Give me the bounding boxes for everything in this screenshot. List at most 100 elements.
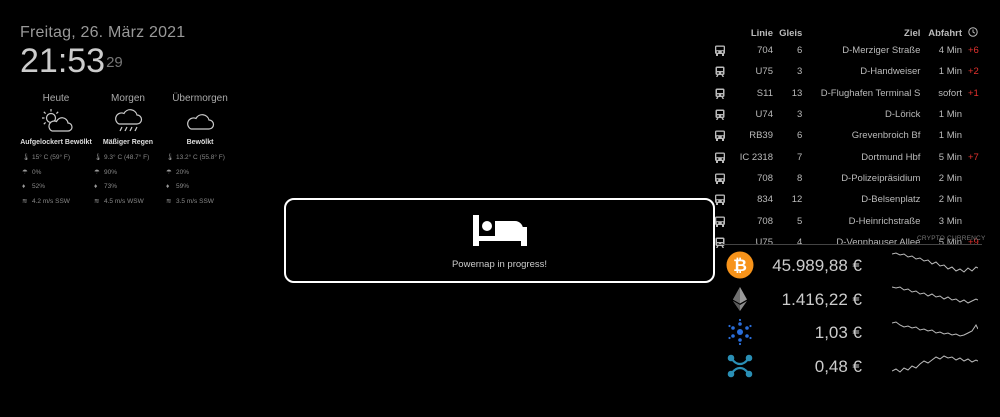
umbrella-icon: ☂ xyxy=(166,169,172,176)
departure-destination: D-Handweiser xyxy=(860,66,921,78)
departure-row: IC 2318 7 Dortmund Hbf 5 Min +7 xyxy=(714,146,982,167)
departure-delay: +6 xyxy=(968,45,979,57)
departure-destination: D-Merziger Straße xyxy=(842,45,921,57)
departure-line: S11 xyxy=(756,87,773,99)
departure-line: 708 xyxy=(757,215,773,227)
header-track: Gleis xyxy=(779,27,803,39)
departure-track: 3 xyxy=(797,66,803,78)
departure-row: U75 3 D-Handweiser 1 Min +2 xyxy=(714,61,982,82)
weather-forecast: Heute Aufgelockert Bewölkt 🌡︎ 15° C (59° … xyxy=(20,93,236,205)
powernap-dialog: Powernap in progress! xyxy=(284,198,715,283)
section-divider xyxy=(717,244,982,245)
transport-type xyxy=(714,104,734,125)
departure-delay: +1 xyxy=(968,87,979,99)
departure-destination: D-Polizeipräsidium xyxy=(841,172,921,184)
coin-row: 1.416,22 € xyxy=(722,282,984,315)
clock-time: 21:5329 xyxy=(20,44,185,78)
transport-type xyxy=(714,125,734,146)
departure-line: U75 xyxy=(755,66,773,78)
departure-time: 5 Min xyxy=(938,151,962,163)
tram-icon xyxy=(715,237,725,248)
price-sparkline xyxy=(892,252,978,273)
coin-price: 45.989,88 € xyxy=(772,256,862,275)
forecast-humidity: ♦ 73% xyxy=(94,183,118,190)
transport-type xyxy=(714,168,734,189)
departure-delay: +2 xyxy=(968,66,979,78)
departure-row: S11 13 D-Flughafen Terminal S sofort +1 xyxy=(714,83,982,104)
header-destination: Ziel xyxy=(904,27,921,39)
clock-hours-minutes: 21:53 xyxy=(20,42,106,80)
transport-type xyxy=(714,40,734,61)
departure-destination: D-Heinrichstraße xyxy=(848,215,921,227)
departure-row: 834 12 D-Belsenplatz 2 Min xyxy=(714,189,982,210)
forecast-humidity: ♦ 59% xyxy=(166,183,190,190)
forecast-wind: ≋ 4.5 m/s WSW xyxy=(94,198,144,205)
departure-track: 6 xyxy=(797,45,803,57)
ethereum-icon xyxy=(733,286,747,311)
tram-icon xyxy=(715,66,725,78)
forecast-description: Aufgelockert Bewölkt xyxy=(20,139,92,146)
forecast-temperature: 🌡︎ 15° C (59° F) xyxy=(22,154,71,161)
departure-track: 6 xyxy=(797,130,803,142)
bus-icon xyxy=(715,173,725,184)
departure-time: 2 Min xyxy=(938,194,962,206)
forecast-humidity: ♦ 52% xyxy=(22,183,46,190)
forecast-day-name: Heute xyxy=(42,93,70,104)
coin-row: ₿ 45.989,88 € xyxy=(722,248,984,281)
transport-type xyxy=(714,189,734,210)
departure-track: 5 xyxy=(797,215,803,227)
ripple-icon xyxy=(727,354,753,377)
forecast-precipitation: ☂ 90% xyxy=(94,169,118,176)
header-departure: Abfahrt xyxy=(928,27,962,39)
price-sparkline xyxy=(892,354,978,373)
thermometer-icon: 🌡︎ xyxy=(22,154,31,161)
departure-delay xyxy=(964,125,982,146)
forecast-temperature: 🌡︎ 9.3° C (48.7° F) xyxy=(94,154,150,161)
departure-time: sofort xyxy=(938,87,962,99)
powernap-message: Powernap in progress! xyxy=(451,259,548,270)
departure-delay xyxy=(964,189,982,210)
departure-row: RB39 6 Grevenbroich Bf 1 Min xyxy=(714,125,982,146)
partly-cloudy-sun-icon xyxy=(42,109,73,132)
bitcoin-icon: ₿ xyxy=(726,251,754,279)
departure-time: 1 Min xyxy=(938,130,962,142)
rain-cloud-icon xyxy=(115,109,143,132)
bus-icon xyxy=(715,216,725,227)
departure-track: 7 xyxy=(797,151,803,163)
cardano-icon xyxy=(728,318,752,346)
departure-destination: D-Belsenplatz xyxy=(861,194,921,206)
departure-delay: +7 xyxy=(968,151,979,163)
price-sparkline xyxy=(892,285,978,304)
umbrella-icon: ☂ xyxy=(94,169,100,176)
departure-track: 3 xyxy=(797,109,803,121)
thermometer-icon: 🌡︎ xyxy=(166,154,175,161)
departure-time: 1 Min xyxy=(938,109,962,121)
departure-time: 2 Min xyxy=(938,172,962,184)
droplet-icon: ♦ xyxy=(22,183,26,190)
bus-icon xyxy=(715,45,725,57)
departure-delay xyxy=(964,210,982,231)
svg-text:₿: ₿ xyxy=(733,256,747,276)
umbrella-icon: ☂ xyxy=(22,169,28,176)
departure-destination: D-Lörick xyxy=(885,109,921,121)
cloud-icon xyxy=(187,114,215,130)
clock-seconds: 29 xyxy=(106,54,123,71)
departure-track: 13 xyxy=(791,87,803,99)
departure-line: 704 xyxy=(757,45,773,57)
departure-delay xyxy=(964,104,982,125)
tram-icon xyxy=(715,109,725,121)
clock-date: Freitag, 26. März 2021 xyxy=(20,24,186,41)
clock-icon xyxy=(968,26,978,37)
departure-delay xyxy=(964,168,982,189)
droplet-icon: ♦ xyxy=(94,183,98,190)
departures-header-row: Linie Gleis Ziel Abfahrt xyxy=(714,26,982,40)
forecast-precipitation: ☂ 0% xyxy=(22,169,42,176)
departure-row: 708 8 D-Polizeipräsidium 2 Min xyxy=(714,168,982,189)
departures-table: Linie Gleis Ziel Abfahrt 704 6 D-Merziger … xyxy=(714,26,982,253)
departures-board: Linie Gleis Ziel Abfahrt 704 6 D-Merziger … xyxy=(714,26,982,253)
forecast-description: Bewölkt xyxy=(186,139,214,146)
bus-icon xyxy=(715,152,725,163)
departure-row: 704 6 D-Merziger Straße 4 Min +6 xyxy=(714,40,982,61)
tram-icon xyxy=(715,88,725,99)
transport-type xyxy=(714,83,734,104)
